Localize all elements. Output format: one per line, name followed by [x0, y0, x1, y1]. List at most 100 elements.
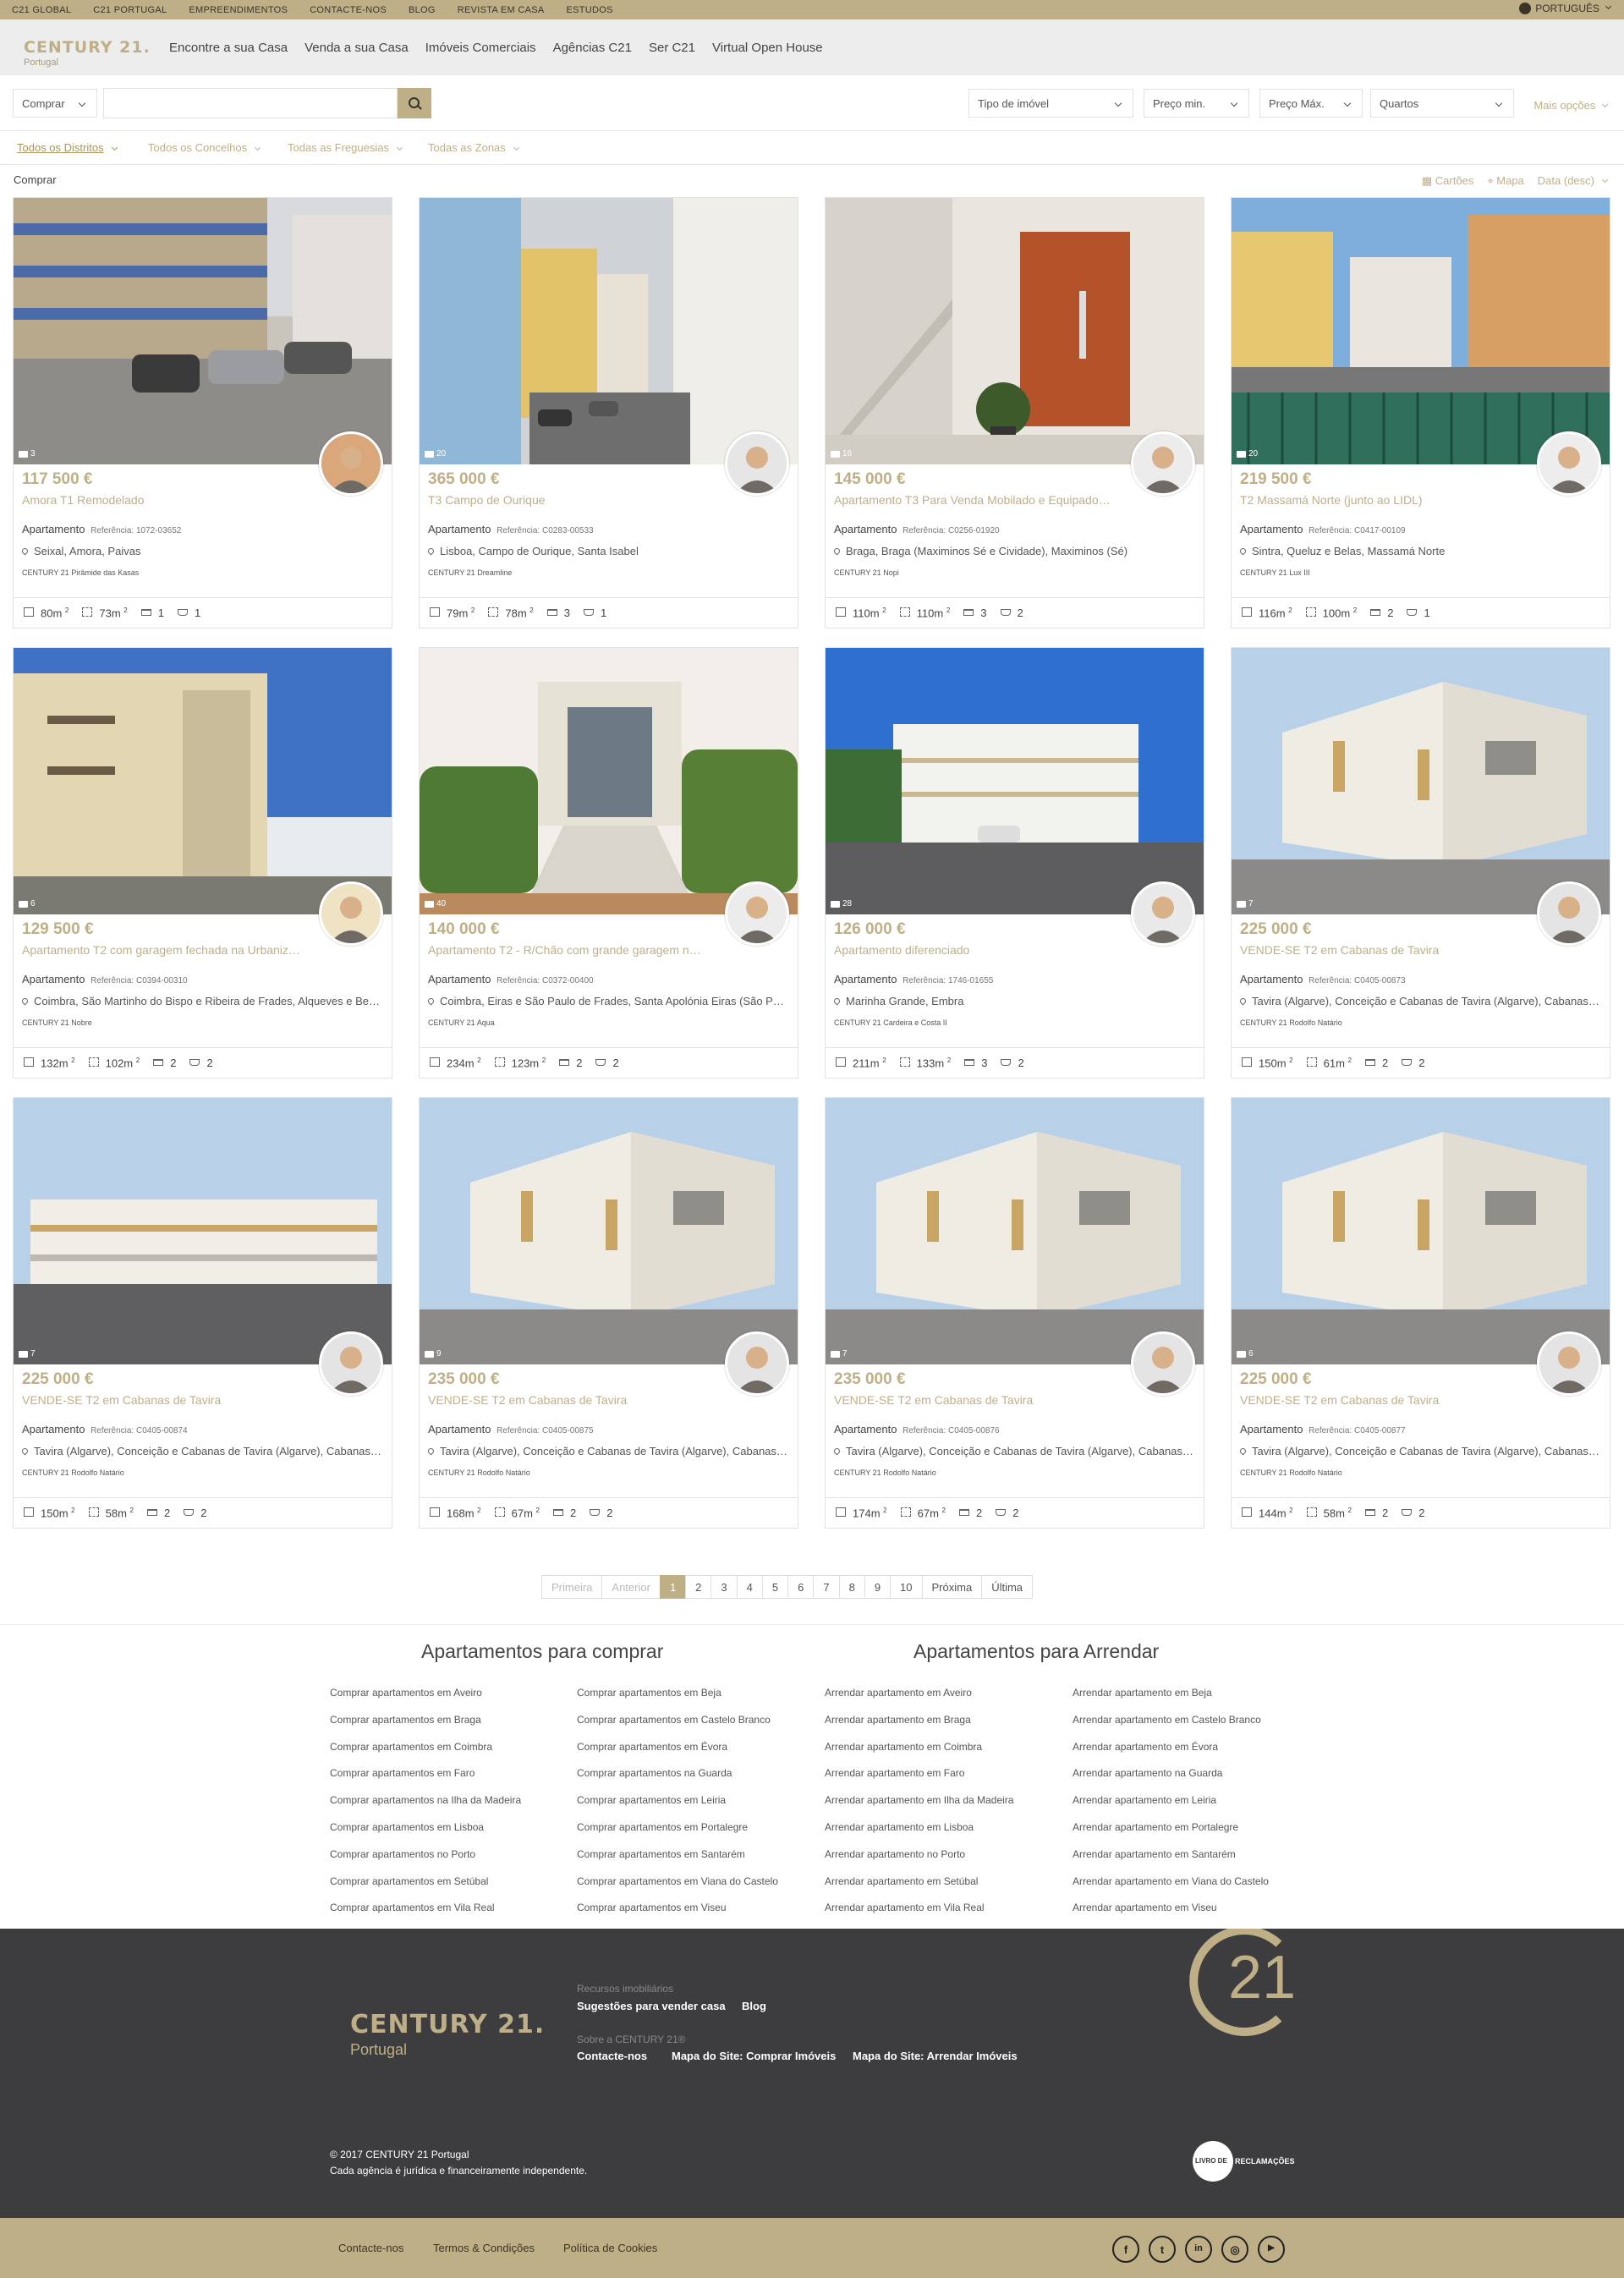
page-6[interactable]: 6: [787, 1575, 815, 1599]
page-8[interactable]: 8: [838, 1575, 865, 1599]
seo-link[interactable]: Arrendar apartamento em Évora: [1073, 1740, 1318, 1754]
listing-title[interactable]: VENDE-SE T2 em Cabanas de Tavira: [1240, 1393, 1519, 1407]
listing-card[interactable]: 16 145 000 € Apartamento T3 Para Venda M…: [825, 197, 1204, 629]
instagram-icon[interactable]: ◎: [1221, 2236, 1248, 2263]
footer-link-sitemap-buy[interactable]: Mapa do Site: Comprar Imóveis: [672, 2050, 836, 2062]
listing-card[interactable]: 6 225 000 € VENDE-SE T2 em Cabanas de Ta…: [1231, 1097, 1610, 1529]
listing-card[interactable]: 9 235 000 € VENDE-SE T2 em Cabanas de Ta…: [419, 1097, 798, 1529]
listing-photo[interactable]: [826, 198, 1204, 464]
seo-link[interactable]: Comprar apartamentos em Viseu: [577, 1901, 805, 1915]
listing-photo[interactable]: [420, 648, 798, 914]
nav-virtual-open-house[interactable]: Virtual Open House: [712, 41, 823, 55]
agent-avatar[interactable]: [725, 431, 789, 496]
agent-avatar[interactable]: [319, 431, 383, 496]
page-10[interactable]: 10: [890, 1575, 923, 1599]
search-button[interactable]: [398, 88, 431, 118]
seo-link[interactable]: Arrendar apartamento em Braga: [825, 1713, 1062, 1727]
topbar-link-empreendimentos[interactable]: EMPREENDIMENTOS: [189, 5, 288, 15]
footer-link-tips[interactable]: Sugestões para vender casa: [577, 2000, 726, 2012]
mode-select[interactable]: Comprar: [13, 89, 97, 118]
seo-link[interactable]: Arrendar apartamento em Portalegre: [1073, 1820, 1318, 1835]
listing-card[interactable]: 6 129 500 € Apartamento T2 com garagem f…: [13, 647, 392, 1079]
seo-link[interactable]: Comprar apartamentos em Leiria: [577, 1793, 805, 1808]
listing-photo[interactable]: [14, 648, 392, 914]
listing-card[interactable]: 20 219 500 € T2 Massamá Norte (junto ao …: [1231, 197, 1610, 629]
more-options-toggle[interactable]: Mais opções: [1533, 99, 1609, 112]
seo-link[interactable]: Comprar apartamentos em Castelo Branco: [577, 1713, 805, 1727]
seo-link[interactable]: Comprar apartamentos na Guarda: [577, 1766, 805, 1781]
agent-avatar[interactable]: [1131, 431, 1195, 496]
parish-filter[interactable]: Todas as Freguesias: [288, 141, 403, 154]
seo-link[interactable]: Arrendar apartamento em Viseu: [1073, 1901, 1318, 1915]
seo-link[interactable]: Arrendar apartamento em Leiria: [1073, 1793, 1318, 1808]
price-max-select[interactable]: Preço Máx.: [1259, 89, 1363, 118]
listing-photo[interactable]: [1232, 1098, 1610, 1364]
agent-avatar[interactable]: [1537, 431, 1601, 496]
county-filter[interactable]: Todos os Concelhos: [148, 141, 261, 154]
seo-link[interactable]: Arrendar apartamento em Faro: [825, 1766, 1062, 1781]
listing-photo[interactable]: [14, 198, 392, 464]
livro-reclamacoes-link[interactable]: LIVRO DE RECLAMAÇÕES: [1193, 2141, 1295, 2182]
page-last[interactable]: Última: [981, 1575, 1034, 1599]
listing-card[interactable]: 7 225 000 € VENDE-SE T2 em Cabanas de Ta…: [13, 1097, 392, 1529]
listing-title[interactable]: VENDE-SE T2 em Cabanas de Tavira: [834, 1393, 1113, 1407]
page-7[interactable]: 7: [813, 1575, 840, 1599]
seo-link[interactable]: Arrendar apartamento em Lisboa: [825, 1820, 1062, 1835]
linkedin-icon[interactable]: in: [1185, 2236, 1212, 2263]
agent-avatar[interactable]: [1131, 881, 1195, 946]
seo-link[interactable]: Comprar apartamentos em Aveiro: [330, 1686, 567, 1700]
topbar-link-revista[interactable]: REVISTA EM CASA: [458, 5, 545, 15]
seo-link[interactable]: Arrendar apartamento na Guarda: [1073, 1766, 1318, 1781]
page-3[interactable]: 3: [710, 1575, 738, 1599]
footer-link-sitemap-rent[interactable]: Mapa do Site: Arrendar Imóveis: [853, 2050, 1018, 2062]
listing-photo[interactable]: [1232, 198, 1610, 464]
search-input[interactable]: [103, 88, 398, 118]
listing-title[interactable]: Apartamento T3 Para Venda Mobilado e Equ…: [834, 493, 1113, 507]
topbar-link-c21-global[interactable]: C21 GLOBAL: [12, 5, 71, 15]
seo-link[interactable]: Comprar apartamentos em Portalegre: [577, 1820, 805, 1835]
bottom-link-cookies[interactable]: Política de Cookies: [563, 2242, 657, 2254]
listing-card[interactable]: 28 126 000 € Apartamento diferenciado Ap…: [825, 647, 1204, 1079]
listing-card[interactable]: 20 365 000 € T3 Campo de Ourique Apartam…: [419, 197, 798, 629]
price-min-select[interactable]: Preço min.: [1144, 89, 1249, 118]
seo-link[interactable]: Comprar apartamentos em Santarém: [577, 1847, 805, 1862]
seo-link[interactable]: Comprar apartamentos em Viana do Castelo: [577, 1875, 805, 1889]
listing-photo[interactable]: [14, 1098, 392, 1364]
seo-link[interactable]: Comprar apartamentos em Braga: [330, 1713, 567, 1727]
seo-link[interactable]: Arrendar apartamento em Vila Real: [825, 1901, 1062, 1915]
zone-filter[interactable]: Todas as Zonas: [428, 141, 519, 154]
view-map-toggle[interactable]: ⌖ Mapa: [1487, 174, 1523, 188]
topbar-link-c21-portugal[interactable]: C21 PORTUGAL: [93, 5, 167, 15]
page-1[interactable]: 1: [659, 1575, 687, 1599]
page-next[interactable]: Próxima: [921, 1575, 983, 1599]
page-5[interactable]: 5: [761, 1575, 789, 1599]
seo-link[interactable]: Arrendar apartamento em Beja: [1073, 1686, 1318, 1700]
seo-link[interactable]: Comprar apartamentos em Faro: [330, 1766, 567, 1781]
seo-link[interactable]: Arrendar apartamento em Ilha da Madeira: [825, 1793, 1062, 1808]
twitter-icon[interactable]: t: [1149, 2236, 1176, 2263]
listing-photo[interactable]: [826, 1098, 1204, 1364]
seo-link[interactable]: Comprar apartamentos na Ilha da Madeira: [330, 1793, 567, 1808]
agent-avatar[interactable]: [725, 881, 789, 946]
page-prev[interactable]: Anterior: [601, 1575, 661, 1599]
topbar-link-estudos[interactable]: ESTUDOS: [566, 5, 612, 15]
nav-venda[interactable]: Venda a sua Casa: [304, 41, 409, 55]
listing-card[interactable]: 7 235 000 € VENDE-SE T2 em Cabanas de Ta…: [825, 1097, 1204, 1529]
listing-title[interactable]: T2 Massamá Norte (junto ao LIDL): [1240, 493, 1519, 507]
agent-avatar[interactable]: [1537, 881, 1601, 946]
seo-link[interactable]: Arrendar apartamento em Coimbra: [825, 1740, 1062, 1754]
listing-title[interactable]: Amora T1 Remodelado: [22, 493, 301, 507]
sort-select[interactable]: Data (desc): [1538, 174, 1609, 188]
language-selector[interactable]: PORTUGUÊS: [1519, 3, 1612, 14]
listing-title[interactable]: Apartamento T2 com garagem fechada na Ur…: [22, 943, 301, 957]
seo-link[interactable]: Comprar apartamentos em Vila Real: [330, 1901, 567, 1915]
listing-title[interactable]: Apartamento diferenciado: [834, 943, 1113, 957]
footer-logo[interactable]: CENTURY 21. Portugal: [350, 2010, 545, 2059]
seo-link[interactable]: Comprar apartamentos no Porto: [330, 1847, 567, 1862]
page-9[interactable]: 9: [864, 1575, 892, 1599]
seo-link[interactable]: Arrendar apartamento em Aveiro: [825, 1686, 1062, 1700]
page-4[interactable]: 4: [736, 1575, 763, 1599]
nav-agencias[interactable]: Agências C21: [553, 41, 632, 55]
nav-comerciais[interactable]: Imóveis Comerciais: [425, 41, 536, 55]
listing-photo[interactable]: [826, 648, 1204, 914]
